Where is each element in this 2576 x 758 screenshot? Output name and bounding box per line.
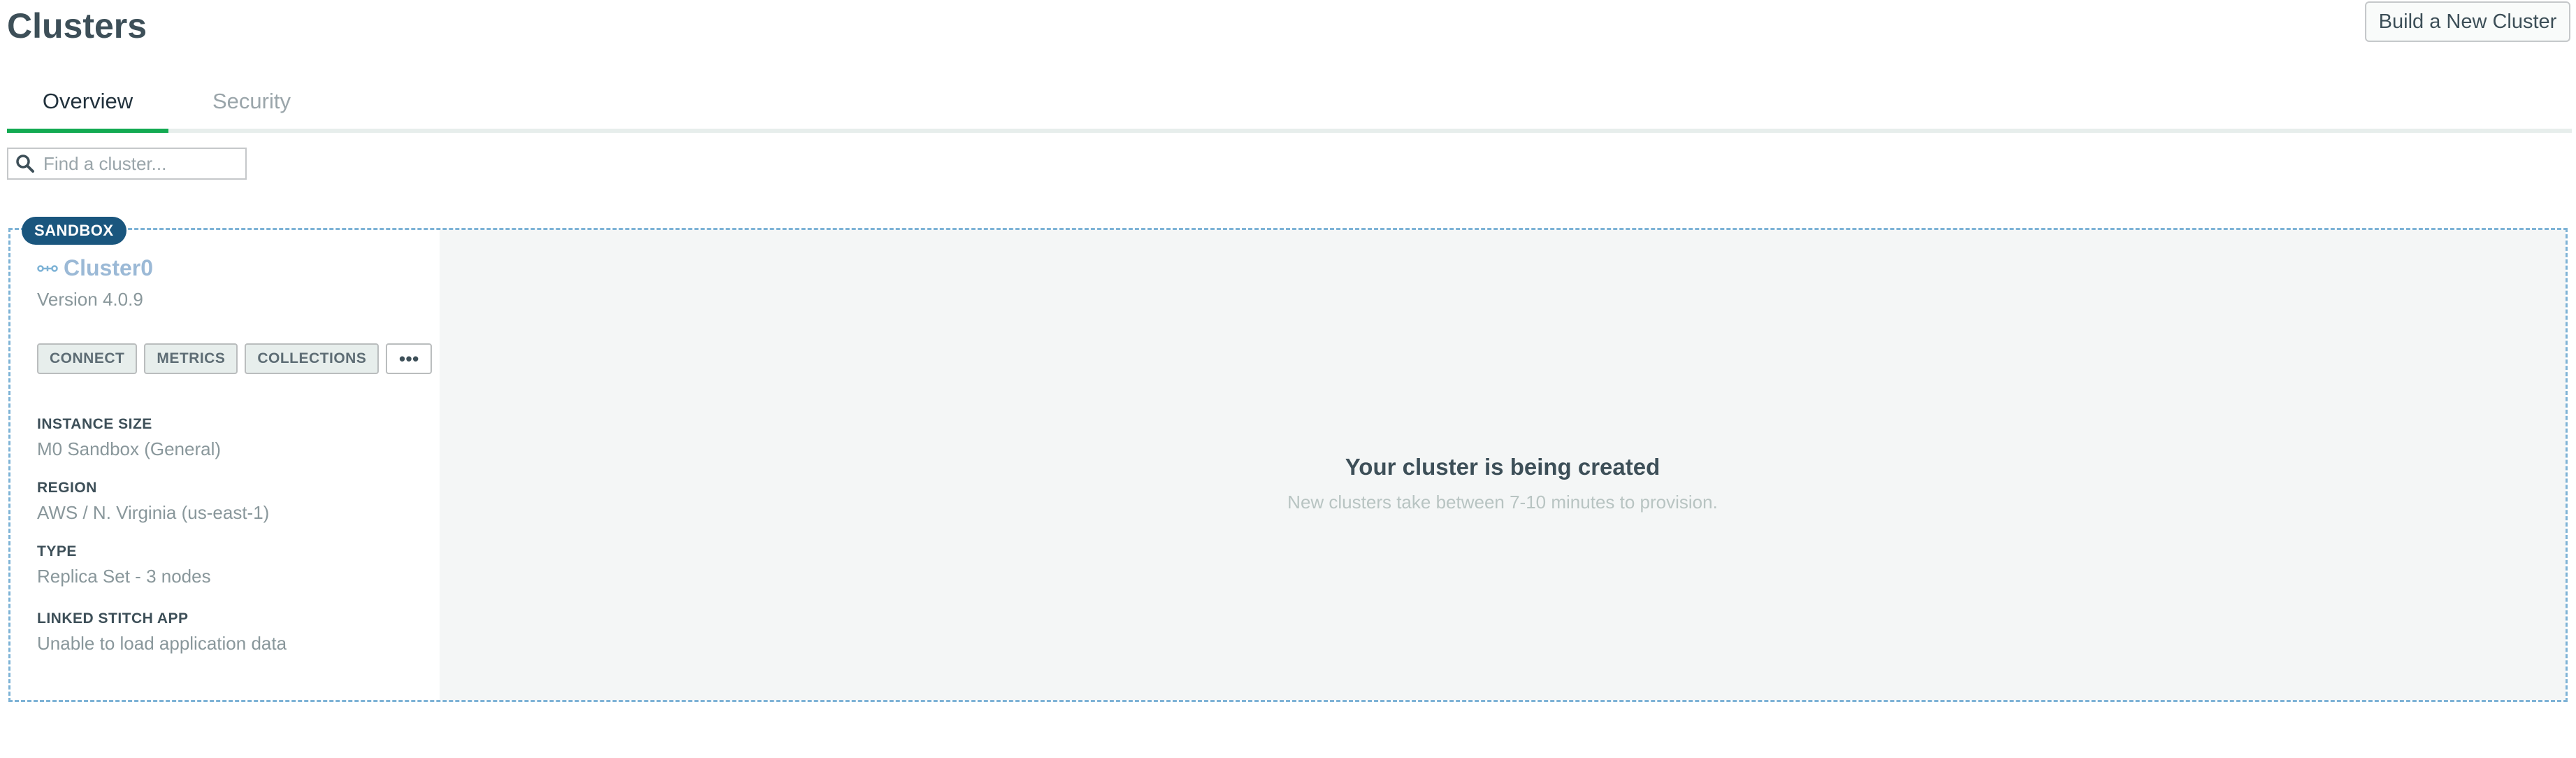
linked-stitch-app-value: Unable to load application data [37, 633, 287, 654]
cluster-status-panel: Your cluster is being created New cluste… [440, 230, 2566, 700]
tab-bar: Overview Security [7, 74, 2572, 133]
region-label: REGION [37, 480, 97, 496]
cluster-name-row: Cluster0 [37, 255, 153, 281]
more-options-button[interactable]: ••• [386, 343, 433, 374]
cluster-icon [37, 262, 58, 276]
page-title: Clusters [7, 6, 147, 45]
instance-size-value: M0 Sandbox (General) [37, 438, 222, 459]
tab-overview[interactable]: Overview [7, 74, 168, 133]
type-label: TYPE [37, 543, 77, 559]
tab-security[interactable]: Security [189, 74, 314, 129]
cluster-card: Cluster0 Version 4.0.9 CONNECT METRICS C… [8, 228, 2568, 702]
type-value: Replica Set - 3 nodes [37, 566, 211, 587]
search-box [7, 148, 247, 180]
build-new-cluster-button[interactable]: Build a New Cluster [2365, 1, 2570, 42]
instance-size-label: INSTANCE SIZE [37, 416, 152, 432]
cluster-name-link[interactable]: Cluster0 [64, 255, 153, 281]
connect-button[interactable]: CONNECT [37, 343, 138, 374]
search-icon [11, 150, 39, 178]
region-value: AWS / N. Virginia (us-east-1) [37, 502, 270, 523]
collections-button[interactable]: COLLECTIONS [245, 343, 379, 374]
cluster-actions: CONNECT METRICS COLLECTIONS ••• [37, 343, 433, 374]
status-title: Your cluster is being created [1345, 454, 1660, 480]
cluster-details-panel: Cluster0 Version 4.0.9 CONNECT METRICS C… [10, 230, 440, 700]
linked-stitch-app-label: LINKED STITCH APP [37, 610, 189, 627]
cluster-version: Version 4.0.9 [37, 289, 143, 310]
metrics-button[interactable]: METRICS [144, 343, 238, 374]
search-input[interactable] [39, 152, 239, 175]
status-subtitle: New clusters take between 7-10 minutes t… [1287, 492, 1718, 513]
sandbox-badge: SANDBOX [22, 217, 126, 245]
